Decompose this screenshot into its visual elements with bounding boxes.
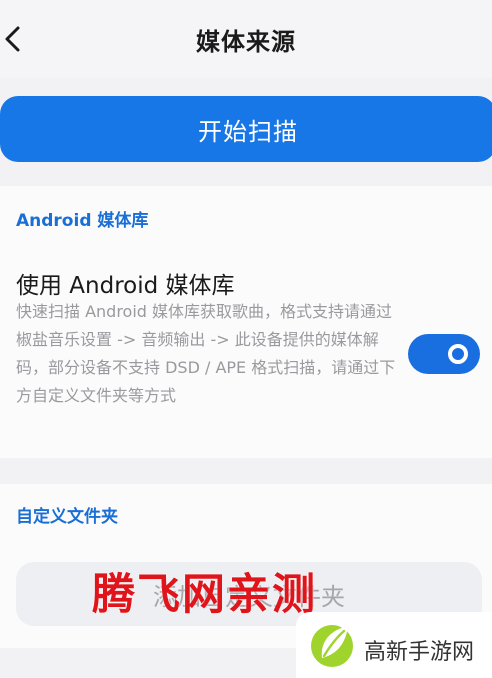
- brand-name: 高新手游网: [364, 640, 475, 665]
- start-scan-button[interactable]: 开始扫描: [0, 96, 492, 162]
- top-bar: 媒体来源: [0, 0, 492, 78]
- android-media-section: Android 媒体库 使用 Android 媒体库 快速扫描 Android …: [0, 186, 492, 458]
- leaf-logo-icon: [311, 625, 353, 667]
- use-android-media-toggle[interactable]: [408, 334, 480, 374]
- watermark-text: 腾飞网亲测: [92, 570, 317, 620]
- use-android-media-title: 使用 Android 媒体库: [16, 273, 235, 299]
- custom-folder-label: 自定义文件夹: [16, 507, 118, 527]
- brand-watermark: 高新手游网: [296, 612, 492, 678]
- toggle-knob: [448, 344, 468, 364]
- use-android-media-description: 快速扫描 Android 媒体库获取歌曲，格式支持请通过椒盐音乐设置 -> 音频…: [16, 302, 396, 405]
- android-section-label: Android 媒体库: [16, 211, 149, 231]
- page-title: 媒体来源: [196, 28, 296, 56]
